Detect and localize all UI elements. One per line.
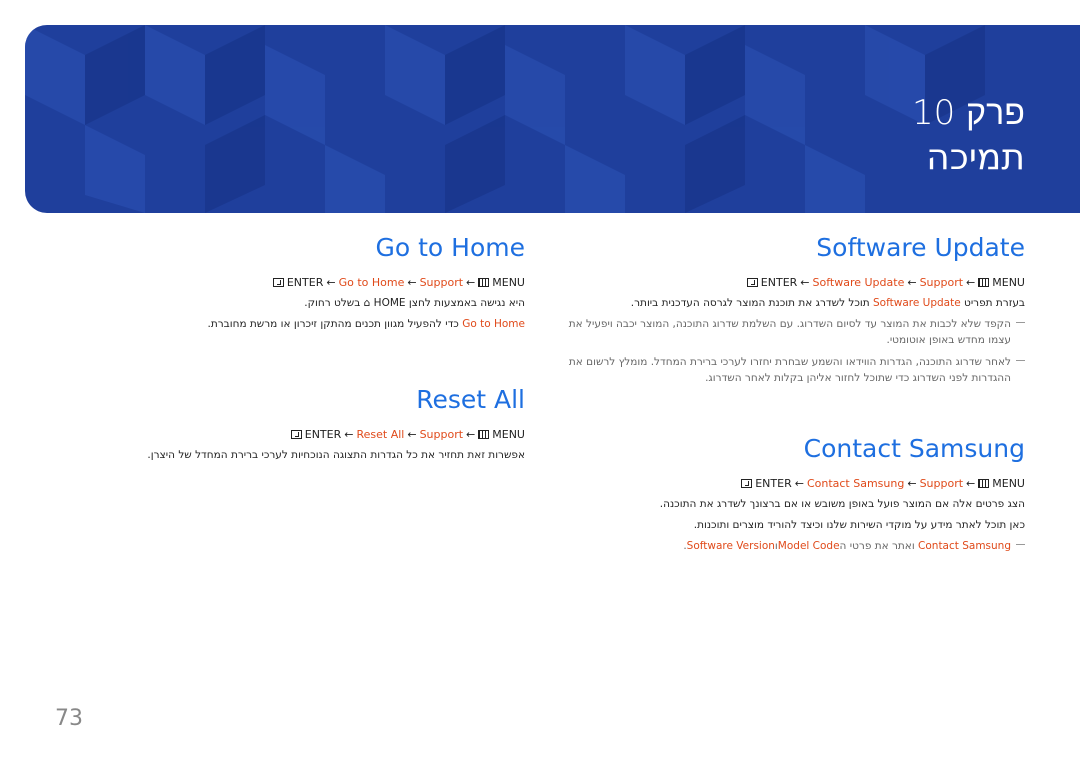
enter-icon bbox=[746, 278, 758, 287]
section-heading: Contact Samsung bbox=[803, 434, 1025, 463]
arrow: ← bbox=[907, 276, 917, 289]
section-heading: Software Update bbox=[816, 233, 1025, 262]
chapter-banner: פרק 10 תמיכה bbox=[25, 25, 1080, 213]
menu-path: ENTER ← Reset All ← Support ← MENU bbox=[45, 428, 525, 441]
path-menu: MENU bbox=[492, 276, 525, 289]
menu-icon bbox=[478, 278, 490, 287]
path-menu: MENU bbox=[492, 428, 525, 441]
path-menu: MENU bbox=[992, 477, 1025, 490]
menu-path: ENTER ← Go to Home ← Support ← MENU bbox=[45, 276, 525, 289]
page-number: 73 bbox=[55, 706, 83, 731]
description: היא נגישה באמצעות לחצן HOME ⌂ בשלט רחוק. bbox=[304, 297, 525, 309]
menu-icon bbox=[978, 479, 990, 488]
section-contact-samsung: Contact Samsung ENTER ← Contact Samsung … bbox=[545, 434, 1025, 554]
path-enter: ENTER bbox=[760, 276, 798, 289]
path-support: Support bbox=[919, 477, 964, 490]
arrow: ← bbox=[966, 477, 976, 490]
menu-path: ENTER ← Software Update ← Support ← MENU bbox=[545, 276, 1025, 289]
path-enter: ENTER bbox=[286, 276, 324, 289]
path-enter: ENTER bbox=[755, 477, 792, 490]
chapter-number: פרק 10 bbox=[911, 93, 1025, 133]
section-software-update: Software Update ENTER ← Software Update … bbox=[545, 233, 1025, 386]
arrow: ← bbox=[326, 276, 336, 289]
section-reset-all: Reset All ENTER ← Reset All ← Support ← … bbox=[45, 385, 525, 462]
arrow: ← bbox=[407, 428, 417, 441]
arrow: ← bbox=[466, 428, 476, 441]
path-item: Software Update bbox=[812, 276, 905, 289]
arrow: ← bbox=[344, 428, 354, 441]
description: הצג פרטים אלה אם המוצר פועל באופן משובש … bbox=[659, 498, 1025, 510]
note: הקפד שלא לכבות את המוצר עד לסיום השדרוג.… bbox=[545, 316, 1025, 348]
path-support: Support bbox=[419, 276, 464, 289]
enter-icon bbox=[272, 278, 284, 287]
chapter-title: תמיכה bbox=[926, 137, 1025, 178]
menu-path: ENTER ← Contact Samsung ← Support ← MENU bbox=[545, 477, 1025, 490]
note: לאחר שדרוג התוכנה, הגדרות הווידאו והשמע … bbox=[545, 354, 1025, 386]
menu-icon bbox=[978, 278, 990, 287]
description: בעזרת תפריט Software Update תוכל לשדרג א… bbox=[630, 297, 1025, 309]
enter-icon bbox=[741, 479, 753, 488]
path-support: Support bbox=[919, 276, 964, 289]
path-item: Contact Samsung bbox=[806, 477, 905, 490]
path-menu: MENU bbox=[992, 276, 1025, 289]
description: אפשרות זאת תחזיר את כל הגדרות התצוגה הנו… bbox=[147, 449, 525, 461]
enter-icon bbox=[290, 430, 302, 439]
arrow: ← bbox=[966, 276, 976, 289]
path-support: Support bbox=[419, 428, 464, 441]
section-go-to-home: Go to Home ENTER ← Go to Home ← Support … bbox=[45, 233, 525, 331]
arrow: ← bbox=[466, 276, 476, 289]
arrow: ← bbox=[907, 477, 917, 490]
note: Contact Samsung ואתר את פרטי הModel Code… bbox=[545, 538, 1025, 554]
arrow: ← bbox=[800, 276, 810, 289]
menu-icon bbox=[478, 430, 490, 439]
arrow: ← bbox=[794, 477, 804, 490]
description: כאן תוכל לאתר מידע על מוקדי השירות שלנו … bbox=[693, 519, 1025, 531]
description: Go to Home כדי להפעיל מגוון תכנים מהתקן … bbox=[207, 318, 525, 330]
path-item: Go to Home bbox=[338, 276, 405, 289]
section-heading: Reset All bbox=[416, 385, 525, 414]
section-heading: Go to Home bbox=[375, 233, 526, 262]
path-item: Reset All bbox=[356, 428, 405, 441]
path-enter: ENTER bbox=[304, 428, 342, 441]
arrow: ← bbox=[407, 276, 417, 289]
